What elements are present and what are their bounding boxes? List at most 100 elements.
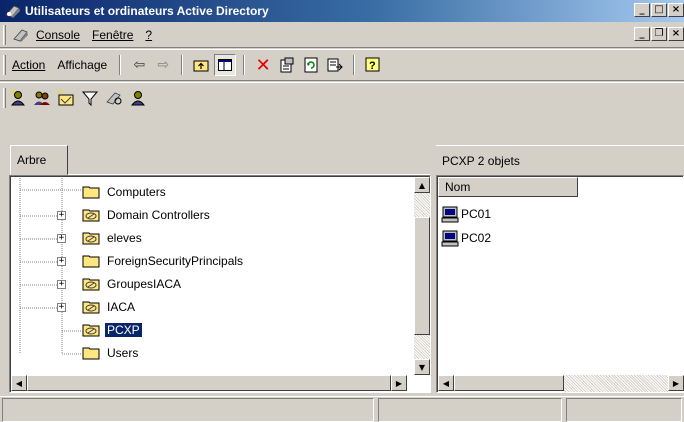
list-item-label: PC02	[461, 231, 492, 245]
menu-window[interactable]: Fenêtre	[86, 28, 139, 42]
tree-horizontal-scrollbar[interactable]: ◀ ▶	[11, 375, 429, 392]
menu-console[interactable]: Console	[30, 28, 86, 42]
tree-item-pcxp[interactable]: PCXP	[82, 319, 143, 341]
mdi-close-button[interactable]: ×	[668, 27, 684, 41]
expand-toggle[interactable]: +	[57, 303, 66, 312]
list-item-pc01[interactable]: PC01	[441, 203, 491, 225]
secondary-toolbar	[0, 82, 684, 112]
view-menu[interactable]: Affichage	[51, 58, 113, 72]
tab-tree[interactable]: Arbre	[10, 145, 68, 175]
separator	[243, 55, 246, 75]
status-cell-3	[566, 398, 682, 422]
tree-item-domain-controllers[interactable]: Domain Controllers	[82, 204, 212, 226]
up-folder-icon[interactable]	[190, 54, 212, 76]
expand-toggle[interactable]: +	[57, 257, 66, 266]
expand-toggle[interactable]: +	[57, 234, 66, 243]
list-item-pc02[interactable]: PC02	[441, 227, 491, 249]
scroll-right-arrow-icon[interactable]: ▶	[668, 375, 684, 391]
tree-item-groupes-iaca[interactable]: GroupesIACA	[82, 273, 183, 295]
folder-icon	[82, 255, 100, 268]
status-cell-main	[2, 398, 374, 422]
scroll-track[interactable]	[564, 375, 668, 392]
scroll-right-arrow-icon[interactable]: ▶	[391, 375, 407, 391]
scroll-track[interactable]	[414, 193, 430, 217]
minimize-button[interactable]: _	[634, 3, 650, 17]
tree-item-eleves[interactable]: eleves	[82, 227, 144, 249]
ou-folder-icon	[82, 209, 100, 222]
separator	[119, 55, 122, 75]
scroll-left-arrow-icon[interactable]: ◀	[11, 375, 27, 391]
expand-toggle[interactable]: +	[57, 280, 66, 289]
mdi-restore-button[interactable]: ❐	[651, 27, 667, 41]
title-bar: Utilisateurs et ordinateurs Active Direc…	[0, 0, 684, 22]
add-to-group-icon[interactable]	[127, 87, 149, 109]
main-toolbar: Action Affichage ⇦ ⇨ ✕ ?	[0, 49, 684, 81]
svg-text:?: ?	[369, 60, 376, 72]
list-header: PCXP 2 objets	[436, 145, 684, 175]
tree-item-iaca[interactable]: IACA	[82, 296, 137, 318]
new-group-icon[interactable]	[31, 87, 53, 109]
menu-bar: Console Fenêtre ? _ ❐ ×	[0, 22, 684, 48]
computer-icon	[441, 230, 459, 246]
action-menu[interactable]: Action	[6, 58, 51, 72]
scroll-down-arrow-icon[interactable]: ▼	[414, 359, 430, 375]
toolbar2-grip[interactable]	[3, 87, 6, 108]
expand-toggle[interactable]: +	[57, 211, 66, 220]
tree-item-label: GroupesIACA	[107, 277, 182, 291]
show-tree-icon[interactable]	[214, 54, 237, 76]
computer-icon	[441, 206, 459, 222]
folder-icon	[82, 347, 100, 360]
ou-folder-icon	[82, 324, 100, 337]
tree-vertical-scrollbar[interactable]: ▲ ▼	[414, 177, 430, 375]
scroll-up-arrow-icon[interactable]: ▲	[414, 177, 430, 193]
tree-item-label: ForeignSecurityPrincipals	[107, 254, 244, 268]
list-horizontal-scrollbar[interactable]: ◀ ▶	[438, 375, 684, 392]
list-panel[interactable]: Nom PC01 PC02 ◀ ▶	[436, 175, 684, 393]
tree-item-label: Users	[107, 346, 139, 360]
tree-item-users[interactable]: Users	[82, 342, 140, 364]
tree-item-label: Computers	[107, 185, 166, 199]
properties-icon[interactable]	[276, 54, 298, 76]
folder-icon	[82, 186, 100, 199]
tree-item-label: PCXP	[104, 322, 143, 338]
column-header-name[interactable]: Nom	[438, 177, 578, 197]
scroll-thumb[interactable]	[454, 375, 564, 391]
tree-item-label: Domain Controllers	[107, 208, 210, 222]
close-button[interactable]: ×	[668, 3, 684, 17]
tree-item-label: IACA	[107, 300, 136, 314]
new-user-icon[interactable]	[7, 87, 29, 109]
tree-panel[interactable]: Computers + Domain Controllers + eleves …	[9, 175, 431, 393]
new-ou-icon[interactable]	[55, 87, 77, 109]
ou-folder-icon	[82, 301, 100, 314]
ou-folder-icon	[82, 232, 100, 245]
menubar-grip[interactable]	[3, 24, 6, 45]
status-cell-2	[378, 398, 562, 422]
export-list-icon[interactable]	[324, 54, 346, 76]
ad-users-computers-icon	[5, 5, 20, 18]
filter-icon[interactable]	[79, 87, 101, 109]
refresh-icon[interactable]	[300, 54, 322, 76]
scroll-track[interactable]	[414, 335, 430, 359]
separator	[353, 55, 356, 75]
delete-icon[interactable]: ✕	[252, 54, 274, 76]
separator	[181, 55, 184, 75]
scroll-thumb[interactable]	[414, 217, 430, 335]
find-icon[interactable]	[103, 87, 125, 109]
back-arrow-icon[interactable]: ⇦	[128, 54, 150, 76]
menu-help[interactable]: ?	[139, 28, 158, 42]
mdi-minimize-button[interactable]: _	[634, 27, 650, 41]
scroll-left-arrow-icon[interactable]: ◀	[438, 375, 454, 391]
tree-item-label: eleves	[107, 231, 142, 245]
maximize-button[interactable]: □	[651, 3, 667, 17]
scroll-thumb[interactable]	[27, 375, 391, 391]
tree-tab-strip: Arbre	[0, 145, 430, 175]
window-title: Utilisateurs et ordinateurs Active Direc…	[25, 4, 269, 18]
help-icon[interactable]: ?	[362, 54, 384, 76]
console-icon[interactable]	[12, 27, 30, 43]
list-item-label: PC01	[461, 207, 492, 221]
tree-item-foreign-security-principals[interactable]: ForeignSecurityPrincipals	[82, 250, 245, 272]
status-bar	[0, 396, 684, 422]
forward-arrow-icon[interactable]: ⇨	[152, 54, 174, 76]
ou-folder-icon	[82, 278, 100, 291]
tree-item-computers[interactable]: Computers	[82, 181, 168, 203]
